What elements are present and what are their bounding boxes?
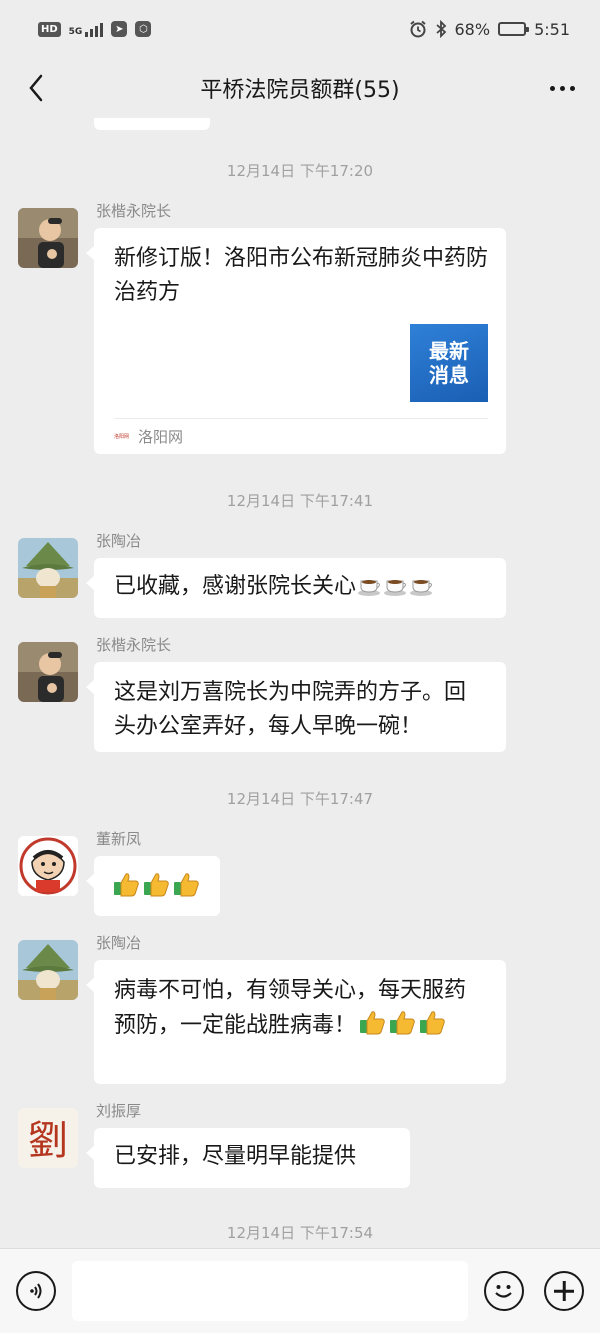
timestamp: 12月14日 下午17:20 — [226, 162, 374, 180]
voice-button[interactable] — [16, 1271, 56, 1311]
message-bubble[interactable] — [86, 856, 220, 916]
message-bubble[interactable]: 已收藏，感谢张院长关心 — [86, 558, 506, 618]
message-bubble[interactable]: 已安排，尽量明早能提供 — [86, 1128, 410, 1188]
status-bar-left: HD 5G ➤ ⬡ — [38, 21, 152, 37]
thumbnail-text-line: 最新 — [429, 339, 469, 363]
sender-name: 张楷永院长 — [96, 636, 172, 654]
link-card-thumbnail: 最新 消息 — [410, 324, 488, 402]
thumbnail-text-line: 消息 — [429, 363, 469, 387]
sender-name: 刘振厚 — [96, 1102, 142, 1120]
voice-icon — [30, 1283, 42, 1299]
status-bar-right: 68% 5:51 — [409, 19, 570, 39]
alarm-icon — [409, 20, 426, 38]
thumbs-up-emoji — [112, 870, 140, 909]
coffee-emoji — [358, 574, 382, 608]
battery-percent: 68% — [454, 19, 491, 39]
cartoon-avatar-image — [18, 538, 78, 598]
signal-icon: 5G — [69, 21, 104, 37]
crayon-shinchan-avatar-image — [18, 836, 78, 896]
network-type-label: 5G — [68, 27, 83, 37]
avatar[interactable]: 劉 — [18, 1108, 78, 1168]
thumbs-up-emoji — [358, 1008, 386, 1047]
link-card-title: 新修订版！洛阳市公布新冠肺炎中药防治药方 — [114, 246, 489, 305]
chat-header: 平桥法院员额群(55) — [0, 58, 600, 118]
link-card-divider — [114, 418, 488, 419]
message-text: 这是刘万喜院长为中院弄的方子。回头办公室弄好，每人早晚一碗！ — [114, 680, 467, 739]
child-avatar-image — [18, 642, 78, 702]
notification-shield-icon: ⬡ — [135, 21, 152, 37]
avatar[interactable] — [18, 208, 78, 268]
message-text: 已收藏，感谢张院长关心 — [114, 574, 357, 599]
avatar[interactable] — [18, 836, 78, 896]
timestamp: 12月14日 下午17:47 — [226, 790, 374, 808]
message-bubble[interactable]: 这是刘万喜院长为中院弄的方子。回头办公室弄好，每人早晚一碗！ — [86, 662, 506, 752]
avatar[interactable] — [18, 538, 78, 598]
source-logo: 洛阳网 — [114, 433, 130, 440]
coffee-emoji — [384, 574, 408, 608]
thumbs-up-emoji — [418, 1008, 446, 1047]
plus-button[interactable] — [544, 1271, 584, 1311]
notification-app-icon: ➤ — [111, 21, 128, 37]
emoji-button[interactable] — [484, 1271, 524, 1311]
timestamp: 12月14日 下午17:54 — [226, 1224, 374, 1242]
link-card[interactable]: 新修订版！洛阳市公布新冠肺炎中药防治药方 最新 消息 洛阳网 洛阳网 — [86, 228, 506, 454]
thumbs-up-emoji — [142, 870, 170, 909]
sender-name: 张陶冶 — [96, 934, 142, 952]
chat-title: 平桥法院员额群(55) — [200, 78, 400, 103]
status-bar: HD 5G ➤ ⬡ 68% 5:51 — [0, 0, 600, 58]
more-button[interactable] — [540, 68, 584, 108]
message-bubble[interactable]: 病毒不可怕，有领导关心，每天服药预防，一定能战胜病毒！ — [86, 960, 506, 1084]
hd-indicator: HD — [38, 21, 61, 37]
message-text: 已安排，尽量明早能提供 — [114, 1144, 357, 1169]
calligraphy-avatar-image: 劉 — [18, 1108, 78, 1168]
avatar[interactable] — [18, 642, 78, 702]
source-name: 洛阳网 — [138, 428, 184, 446]
avatar[interactable] — [18, 940, 78, 1000]
more-dot — [569, 85, 575, 91]
sender-name: 董新凤 — [96, 830, 142, 848]
avatar-calligraphy-text: 劉 — [28, 1118, 68, 1164]
bluetooth-icon — [435, 20, 446, 38]
more-dot — [559, 85, 565, 91]
clock: 5:51 — [534, 19, 570, 39]
cartoon-avatar-image — [18, 940, 78, 1000]
more-dot — [549, 85, 555, 91]
chevron-left-icon — [29, 74, 43, 102]
wechat-group-chat-screen: HD 5G ➤ ⬡ 68% 5:51 平桥法院员额群(55) 12月14日 下午… — [0, 0, 600, 1333]
battery-icon — [498, 22, 530, 36]
emoji-icon — [495, 1285, 512, 1298]
input-bar — [0, 1248, 600, 1333]
message-input[interactable] — [72, 1261, 468, 1321]
sender-name: 张楷永院长 — [96, 202, 172, 220]
message-list[interactable]: 12月14日 下午17:20 张楷永院长 新修订版！洛阳市公布新冠肺炎中药防治药… — [0, 118, 600, 1248]
back-button[interactable] — [16, 68, 56, 108]
sender-name: 张陶冶 — [96, 532, 142, 550]
coffee-emoji — [410, 574, 434, 608]
thumbs-up-emoji — [388, 1008, 416, 1047]
link-card-source: 洛阳网 洛阳网 — [114, 426, 183, 447]
thumbs-up-emoji — [172, 870, 200, 909]
child-avatar-image — [18, 208, 78, 268]
timestamp: 12月14日 下午17:41 — [226, 492, 374, 510]
previous-message-bubble[interactable] — [94, 118, 210, 130]
